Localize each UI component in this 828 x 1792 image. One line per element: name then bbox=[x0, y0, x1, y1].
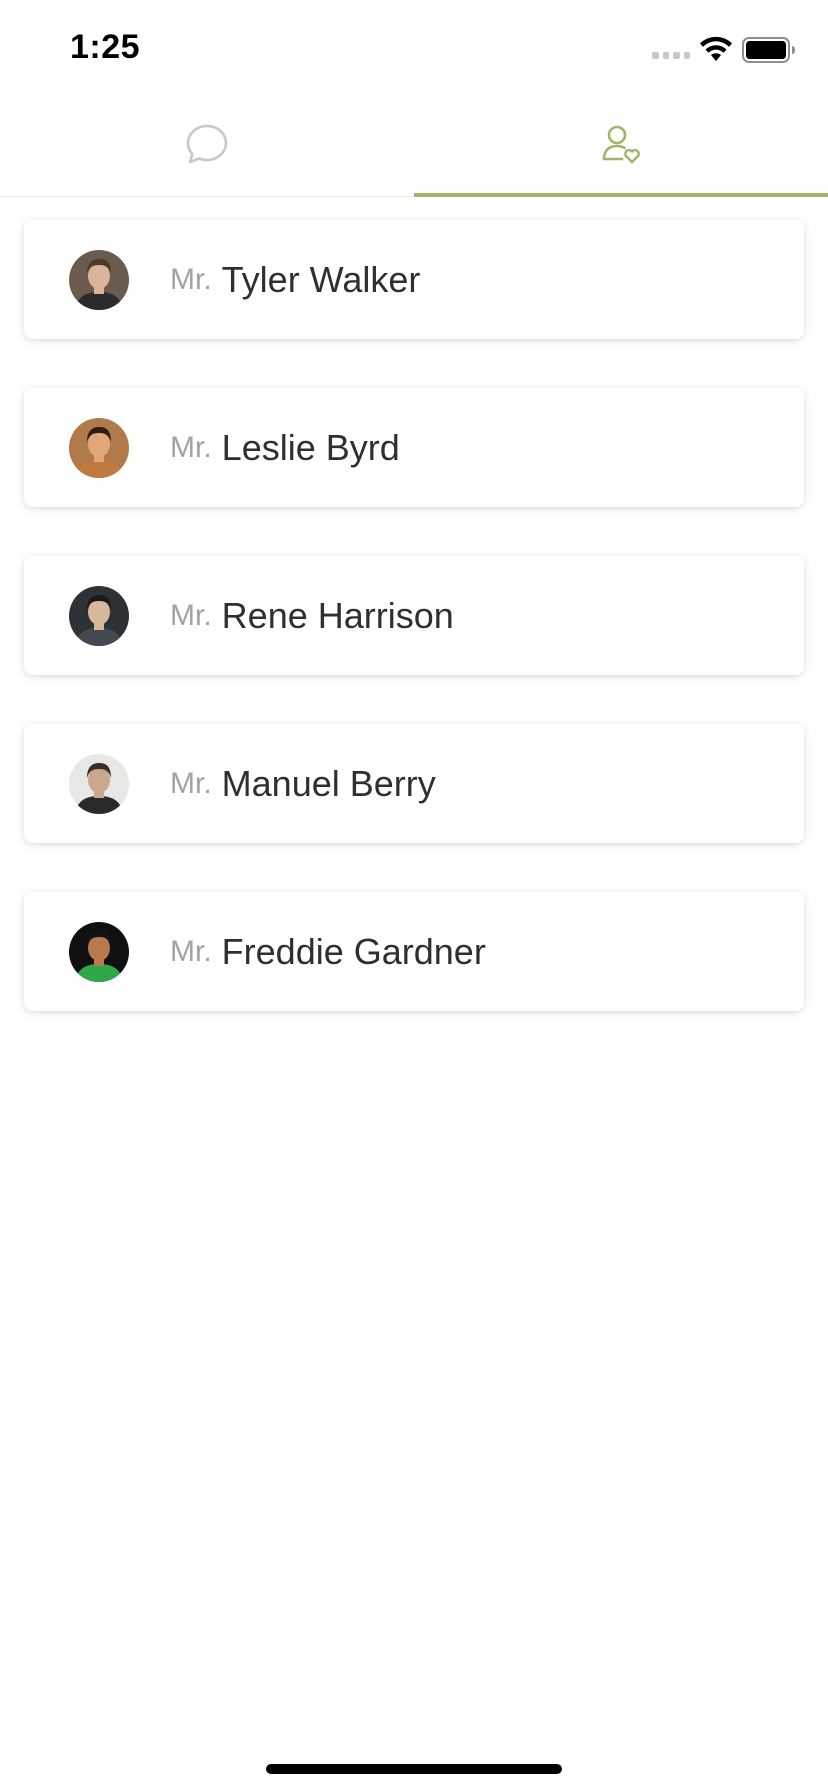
avatar bbox=[69, 418, 129, 478]
contact-list: Mr. Tyler Walker Mr. Leslie Byrd Mr. Ren… bbox=[24, 220, 804, 1060]
contact-name-group: Mr. Manuel Berry bbox=[170, 724, 436, 843]
contact-name: Rene Harrison bbox=[221, 594, 454, 636]
contact-card-2[interactable]: Mr. Leslie Byrd bbox=[24, 388, 804, 507]
status-time: 1:25 bbox=[70, 28, 141, 66]
avatar bbox=[69, 922, 129, 982]
contact-title: Mr. bbox=[170, 430, 212, 464]
tab-bar bbox=[0, 92, 828, 197]
cellular-signal-icon bbox=[652, 52, 690, 62]
avatar bbox=[69, 754, 129, 814]
contact-name-group: Mr. Leslie Byrd bbox=[170, 388, 400, 507]
contact-name-group: Mr. Rene Harrison bbox=[170, 556, 454, 675]
status-bar: 1:25 bbox=[0, 0, 828, 92]
contact-name: Tyler Walker bbox=[221, 258, 421, 300]
battery-icon bbox=[742, 37, 795, 63]
contact-name-group: Mr. Freddie Gardner bbox=[170, 892, 486, 1011]
user-heart-icon bbox=[602, 125, 640, 164]
contact-name: Freddie Gardner bbox=[221, 930, 486, 972]
chat-bubble-icon bbox=[186, 124, 228, 164]
avatar bbox=[69, 250, 129, 310]
contact-title: Mr. bbox=[170, 262, 212, 296]
contact-name: Leslie Byrd bbox=[221, 426, 400, 468]
avatar bbox=[69, 586, 129, 646]
contact-card-1[interactable]: Mr. Tyler Walker bbox=[24, 220, 804, 339]
contact-title: Mr. bbox=[170, 934, 212, 968]
contact-card-5[interactable]: Mr. Freddie Gardner bbox=[24, 892, 804, 1011]
contact-title: Mr. bbox=[170, 598, 212, 632]
contact-card-3[interactable]: Mr. Rene Harrison bbox=[24, 556, 804, 675]
tab-contacts[interactable] bbox=[414, 92, 828, 197]
wifi-icon bbox=[700, 36, 732, 61]
tab-chats[interactable] bbox=[0, 92, 414, 196]
app-screen: 1:25 Mr. Tyler Walker Mr. Leslie Byrd Mr… bbox=[0, 0, 828, 1792]
contact-name-group: Mr. Tyler Walker bbox=[170, 220, 420, 339]
contact-title: Mr. bbox=[170, 766, 212, 800]
home-indicator[interactable] bbox=[266, 1764, 562, 1774]
contact-card-4[interactable]: Mr. Manuel Berry bbox=[24, 724, 804, 843]
contact-name: Manuel Berry bbox=[221, 762, 436, 804]
